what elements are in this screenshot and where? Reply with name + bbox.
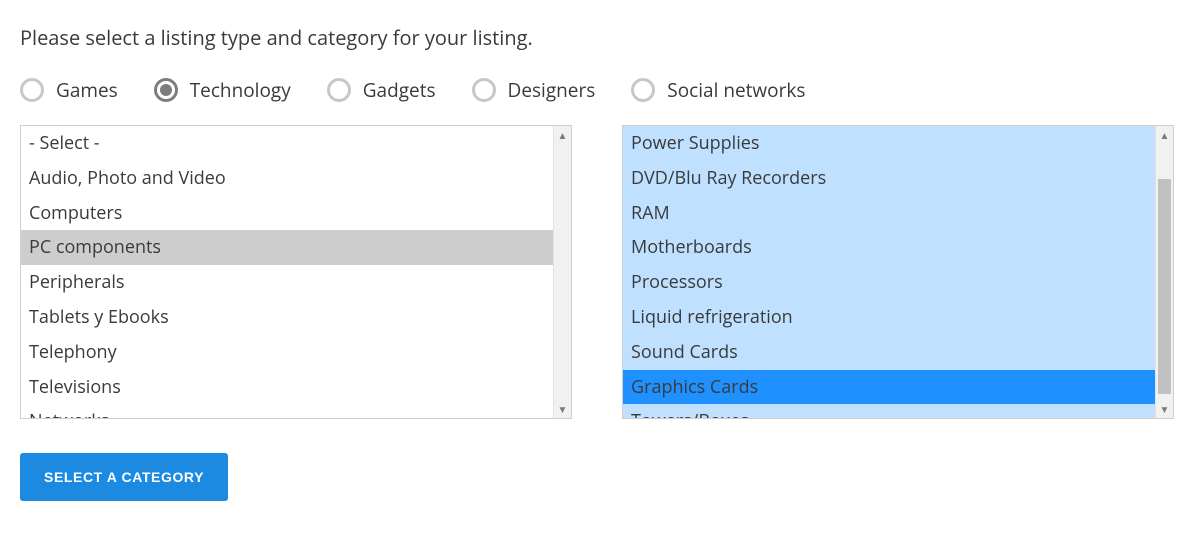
list-item[interactable]: PC components — [21, 230, 553, 265]
radio-label: Designers — [508, 77, 596, 103]
scrollbar[interactable]: ▲ ▼ — [1155, 126, 1173, 418]
list-item[interactable]: Power Supplies — [623, 126, 1155, 161]
radio-social-networks[interactable]: Social networks — [631, 77, 805, 103]
list-item[interactable]: Towers/Boxes — [623, 404, 1155, 418]
category-listbox[interactable]: - Select - Audio, Photo and VideoCompute… — [20, 125, 572, 419]
scroll-up-icon[interactable]: ▲ — [554, 126, 571, 144]
page-heading: Please select a listing type and categor… — [20, 24, 1180, 51]
list-item[interactable]: Motherboards — [623, 230, 1155, 265]
list-item[interactable]: Audio, Photo and Video — [21, 161, 553, 196]
list-item[interactable]: Televisions — [21, 370, 553, 405]
list-item[interactable]: Networks — [21, 404, 553, 418]
radio-icon[interactable] — [20, 78, 44, 102]
radio-designers[interactable]: Designers — [472, 77, 596, 103]
list-item[interactable]: DVD/Blu Ray Recorders — [623, 161, 1155, 196]
list-item[interactable]: Tablets y Ebooks — [21, 300, 553, 335]
radio-label: Games — [56, 77, 118, 103]
radio-games[interactable]: Games — [20, 77, 118, 103]
scroll-thumb[interactable] — [1158, 179, 1171, 394]
list-item[interactable]: Peripherals — [21, 265, 553, 300]
scroll-down-icon[interactable]: ▼ — [1156, 400, 1173, 418]
list-item[interactable]: Graphics Cards — [623, 370, 1155, 405]
list-item[interactable]: Liquid refrigeration — [623, 300, 1155, 335]
radio-label: Social networks — [667, 77, 805, 103]
scroll-track[interactable] — [1156, 144, 1173, 400]
radio-icon[interactable] — [327, 78, 351, 102]
radio-technology[interactable]: Technology — [154, 77, 291, 103]
scroll-up-icon[interactable]: ▲ — [1156, 126, 1173, 144]
list-item[interactable]: - Select - — [21, 126, 553, 161]
radio-icon[interactable] — [631, 78, 655, 102]
scroll-track[interactable] — [554, 144, 571, 400]
list-item[interactable]: Processors — [623, 265, 1155, 300]
list-item[interactable]: Computers — [21, 196, 553, 231]
subcategory-listbox[interactable]: Power SuppliesDVD/Blu Ray RecordersRAMMo… — [622, 125, 1174, 419]
radio-gadgets[interactable]: Gadgets — [327, 77, 436, 103]
scroll-down-icon[interactable]: ▼ — [554, 400, 571, 418]
list-item[interactable]: RAM — [623, 196, 1155, 231]
radio-label: Technology — [190, 77, 291, 103]
scrollbar[interactable]: ▲ ▼ — [553, 126, 571, 418]
list-item[interactable]: Sound Cards — [623, 335, 1155, 370]
radio-icon[interactable] — [154, 78, 178, 102]
select-category-button[interactable]: SELECT A CATEGORY — [20, 453, 228, 501]
list-item[interactable]: Telephony — [21, 335, 553, 370]
radio-icon[interactable] — [472, 78, 496, 102]
radio-label: Gadgets — [363, 77, 436, 103]
listing-type-radio-group: Games Technology Gadgets Designers Social ne… — [20, 77, 1180, 103]
